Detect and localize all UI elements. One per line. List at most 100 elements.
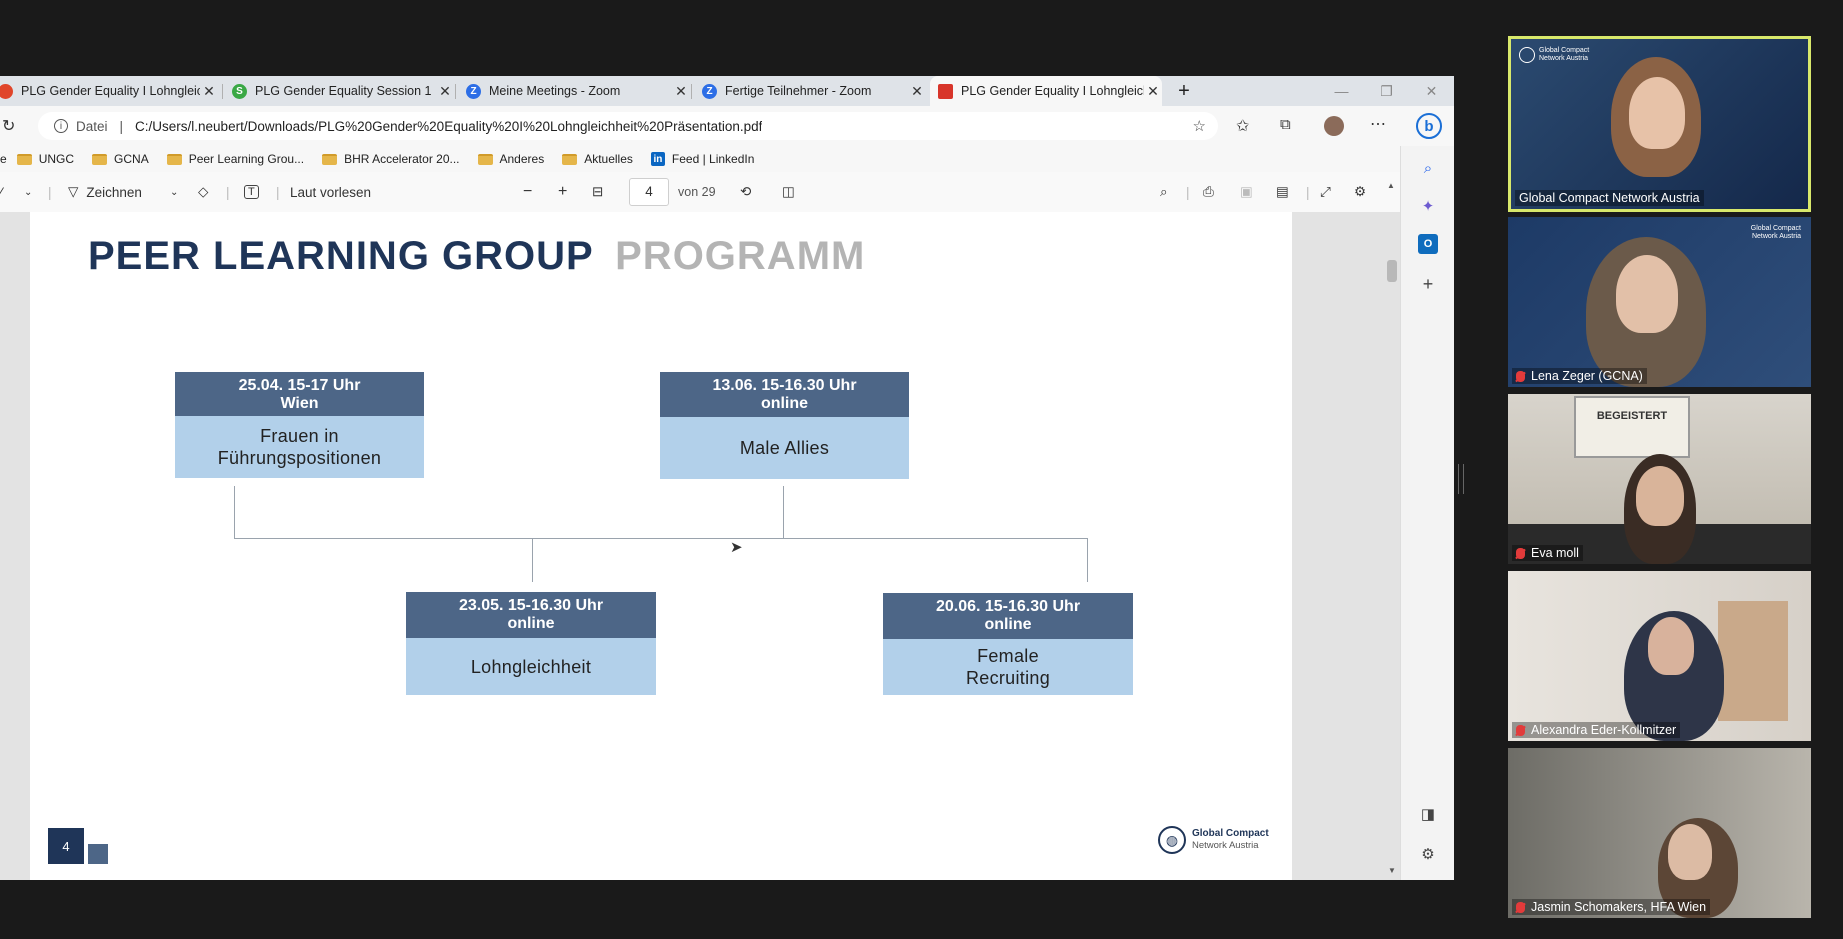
- panel-resize-handle[interactable]: [1458, 464, 1464, 494]
- bookmark-bhr[interactable]: BHR Accelerator 20...: [322, 152, 460, 166]
- eraser-icon[interactable]: ◇: [198, 172, 208, 212]
- gc-logo-mirrored: Global Compact Network Austria: [1751, 225, 1801, 241]
- bookmark-aktuelles[interactable]: Aktuelles: [562, 152, 633, 166]
- session-header: 23.05. 15-16.30 Uhr online: [406, 592, 656, 638]
- title-light: PROGRAMM: [615, 234, 866, 278]
- tab-2[interactable]: S PLG Gender Equality Session 1 ✕: [224, 76, 454, 106]
- tab-1[interactable]: PLG Gender Equality I Lohngleich ✕: [0, 76, 218, 106]
- bookmark-peer-learning[interactable]: Peer Learning Grou...: [166, 152, 305, 166]
- more-icon[interactable]: ⋯: [1370, 114, 1386, 134]
- search-icon[interactable]: ⌕: [1160, 172, 1168, 212]
- bookmark-linkedin[interactable]: in Feed | LinkedIn: [650, 152, 755, 166]
- close-window-icon[interactable]: ✕: [1409, 76, 1454, 106]
- close-icon[interactable]: ✕: [908, 83, 926, 100]
- bookmark-label: Aktuelles: [584, 152, 633, 166]
- participant-tile[interactable]: Global Compact Network Austria Lena Zege…: [1508, 217, 1811, 387]
- muted-mic-icon: [1516, 547, 1525, 559]
- settings-gear-icon[interactable]: ⚙: [1354, 172, 1366, 212]
- slide-title: PEER LEARNING GROUP PROGRAMM: [88, 234, 865, 279]
- session-place: Wien: [280, 395, 319, 412]
- text-icon[interactable]: T: [244, 172, 259, 212]
- zoom-out-icon[interactable]: −: [523, 172, 532, 212]
- tab-4[interactable]: Z Fertige Teilnehmer - Zoom ✕: [694, 76, 926, 106]
- global-compact-logo: ◍ Global Compact Network Austria: [1158, 826, 1269, 854]
- close-icon[interactable]: ✕: [1144, 83, 1162, 100]
- page-number-input[interactable]: 4: [629, 178, 669, 206]
- highlight-icon[interactable]: ⁄: [0, 172, 2, 212]
- logo-text: Global Compact: [1192, 828, 1269, 839]
- fit-page-icon[interactable]: ⊟: [592, 172, 603, 212]
- bing-copilot-icon[interactable]: b: [1416, 113, 1442, 139]
- url-text[interactable]: C:/Users/l.neubert/Downloads/PLG%20Gende…: [135, 119, 762, 134]
- pdf-viewer[interactable]: PEER LEARNING GROUP PROGRAMM 25.04. 15-1…: [0, 212, 1400, 880]
- bookmark-ungc[interactable]: UNGC: [16, 152, 75, 166]
- globe-icon: ◍: [1158, 826, 1186, 854]
- info-icon[interactable]: i: [54, 119, 68, 133]
- add-icon[interactable]: +: [1418, 274, 1438, 294]
- connector-line: [532, 538, 533, 582]
- file-label: Datei: [76, 118, 108, 134]
- chevron-down-icon[interactable]: ⌄: [170, 172, 178, 212]
- sidebar-toggle-icon[interactable]: ◨: [1418, 804, 1438, 824]
- new-tab-button[interactable]: +: [1170, 76, 1198, 106]
- session-card-3: 23.05. 15-16.30 Uhr online Lohngleichhei…: [406, 592, 656, 695]
- connector-line: [234, 486, 235, 538]
- close-icon[interactable]: ✕: [672, 83, 690, 100]
- tab-title: PLG Gender Equality I Lohngleich: [961, 84, 1144, 98]
- folder-icon: [322, 153, 338, 165]
- settings-gear-icon[interactable]: ⚙: [1418, 844, 1438, 864]
- folder-icon: [562, 153, 578, 165]
- participant-tile[interactable]: Jasmin Schomakers, HFA Wien: [1508, 748, 1811, 918]
- session-topic: Frauen in Führungspositionen: [175, 416, 424, 478]
- bookmark-gcna[interactable]: GCNA: [92, 152, 149, 166]
- address-bar[interactable]: i Datei | C:/Users/l.neubert/Downloads/P…: [38, 112, 1218, 140]
- rotate-icon[interactable]: ⟲: [740, 172, 751, 212]
- draw-button[interactable]: ▽ Zeichnen: [68, 172, 142, 212]
- session-place: online: [760, 395, 809, 412]
- page-view-icon[interactable]: ◫: [782, 172, 795, 212]
- connector-line: [783, 486, 784, 538]
- reload-icon[interactable]: ↻: [2, 116, 15, 136]
- read-aloud-button[interactable]: Laut vorlesen: [290, 172, 371, 212]
- participant-tile[interactable]: Alexandra Eder-Kollmitzer: [1508, 571, 1811, 741]
- save-icon[interactable]: ▣: [1240, 172, 1253, 212]
- bookmark-label: UNGC: [38, 152, 75, 166]
- bookmark-label: Peer Learning Grou...: [188, 152, 305, 166]
- close-icon[interactable]: ✕: [436, 83, 454, 100]
- search-icon[interactable]: ⌕: [1418, 158, 1438, 178]
- session-card-1: 25.04. 15-17 Uhr Wien Frauen in Führungs…: [175, 372, 424, 478]
- bookmark-anderes[interactable]: Anderes: [477, 152, 544, 166]
- globe-icon: [1519, 47, 1535, 63]
- scroll-up-icon[interactable]: ▲: [1387, 176, 1397, 212]
- participant-name: Lena Zeger (GCNA): [1512, 368, 1647, 384]
- scroll-down-icon[interactable]: ▼: [1388, 866, 1396, 875]
- mouse-cursor-icon: ➤: [730, 539, 743, 556]
- session-date: 20.06. 15-16.30 Uhr: [935, 598, 1081, 615]
- session-date: 23.05. 15-16.30 Uhr: [458, 597, 604, 614]
- close-icon[interactable]: ✕: [200, 83, 218, 100]
- favorites-icon[interactable]: ✩: [1236, 116, 1249, 136]
- scrollbar-thumb[interactable]: [1387, 260, 1397, 282]
- address-bar-row: ↻ i Datei | C:/Users/l.neubert/Downloads…: [0, 106, 1454, 146]
- minimize-icon[interactable]: —: [1319, 76, 1364, 106]
- page-total: von 29: [678, 185, 716, 199]
- zoom-in-icon[interactable]: +: [558, 172, 567, 212]
- bookmark-label: Feed | LinkedIn: [671, 152, 755, 166]
- print-icon[interactable]: ⎙: [1203, 172, 1214, 212]
- bookmark-cut[interactable]: e: [0, 152, 7, 166]
- copilot-icon[interactable]: ✦: [1418, 196, 1438, 216]
- fullscreen-icon[interactable]: ⤢: [1320, 172, 1331, 212]
- tab-3[interactable]: Z Meine Meetings - Zoom ✕: [458, 76, 690, 106]
- participant-tile[interactable]: BEGEISTERT Eva moll: [1508, 394, 1811, 564]
- favorite-star-icon[interactable]: ☆: [1193, 117, 1206, 135]
- tab-5-active[interactable]: PLG Gender Equality I Lohngleich ✕: [930, 76, 1162, 106]
- participant-tile-active[interactable]: Global Compact Network Austria Global Com…: [1508, 36, 1811, 212]
- collections-icon[interactable]: ⧉: [1280, 116, 1291, 133]
- restore-icon[interactable]: ❐: [1364, 76, 1409, 106]
- profile-avatar[interactable]: [1324, 116, 1344, 136]
- save-as-icon[interactable]: ▤: [1276, 172, 1289, 212]
- logo-text: Network Austria: [1192, 840, 1259, 851]
- chevron-down-icon[interactable]: ⌄: [24, 172, 32, 212]
- s-icon: S: [232, 83, 247, 99]
- outlook-icon[interactable]: O: [1418, 234, 1438, 254]
